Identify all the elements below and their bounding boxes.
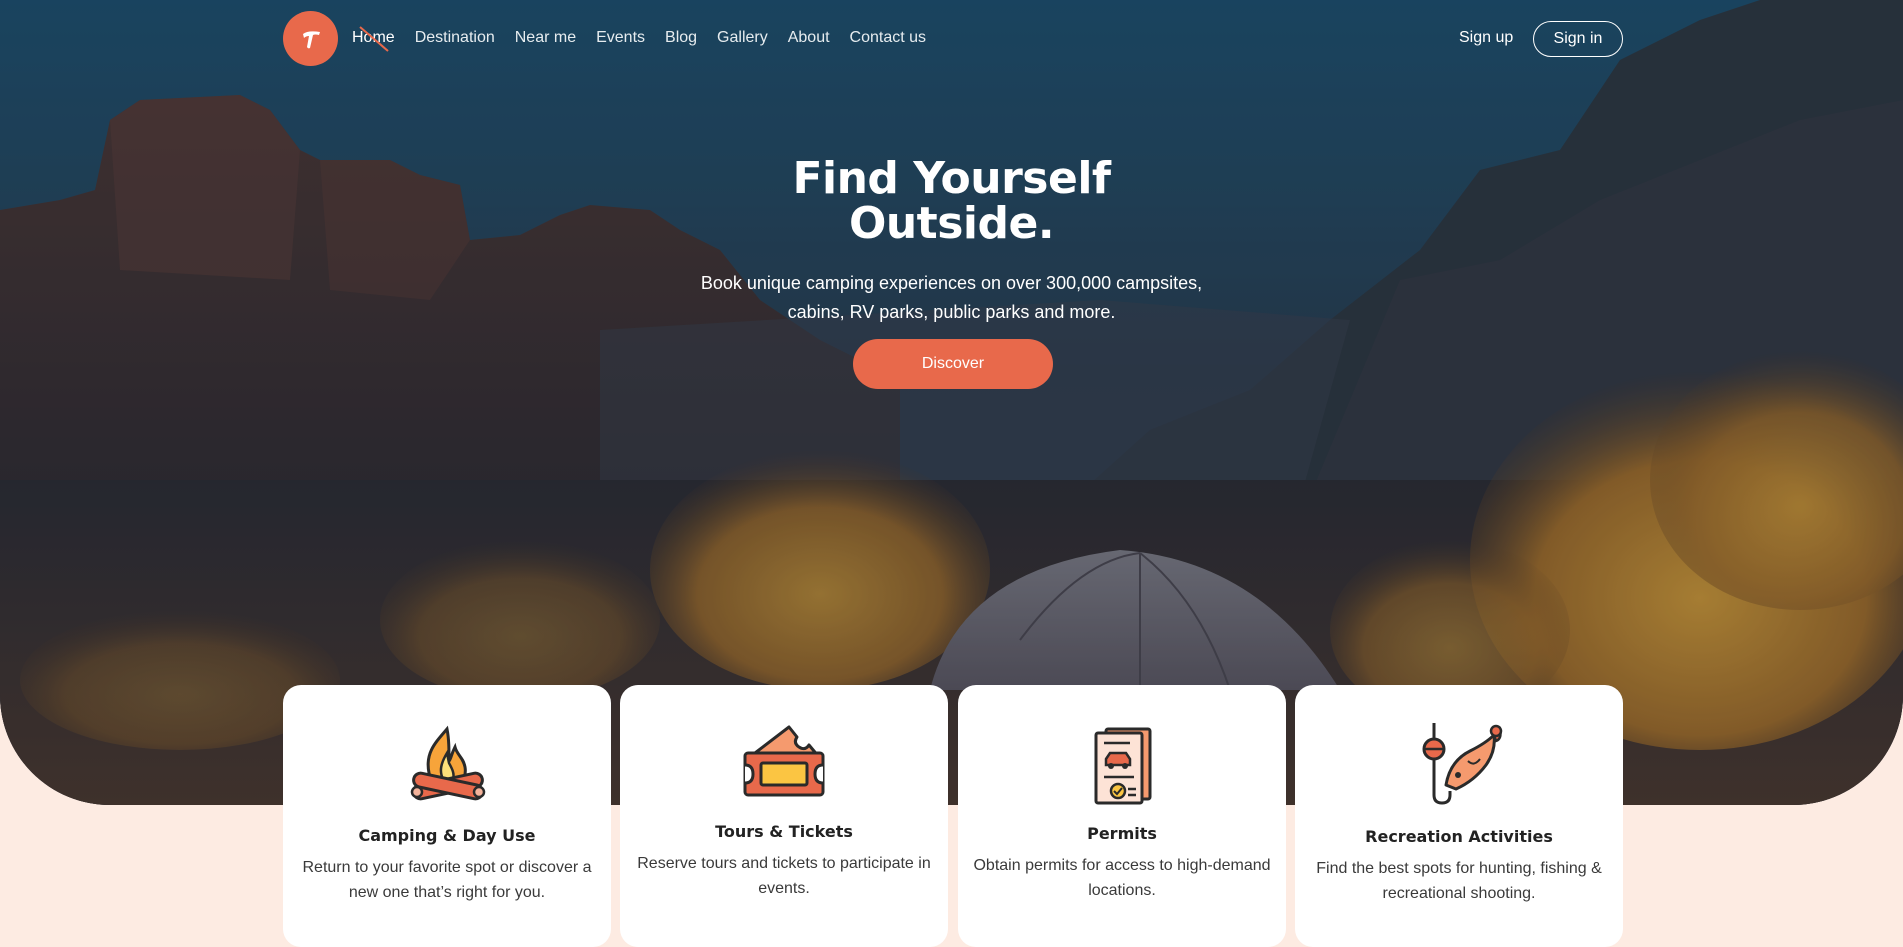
nav-blog[interactable]: Blog [665, 29, 697, 47]
hero-subtitle-line1: Book unique camping experiences on over … [700, 273, 1203, 293]
sign-in-button[interactable]: Sign in [1533, 21, 1623, 57]
hero-title-line2: Outside. [848, 198, 1055, 249]
card-recreation-desc: Find the best spots for hunting, fishing… [1316, 860, 1602, 902]
nav-gallery[interactable]: Gallery [717, 29, 768, 47]
fishing-icon [1295, 721, 1623, 807]
hero-landscape-image [0, 0, 1903, 805]
card-camping-desc: Return to your favorite spot or discover… [302, 859, 592, 901]
card-tours-desc: Reserve tours and tickets to participate… [637, 855, 931, 897]
hero-subtitle-line2: cabins, RV parks, public parks and more. [787, 302, 1116, 322]
nav-near-me[interactable]: Near me [515, 29, 576, 47]
nav-destination[interactable]: Destination [415, 29, 495, 47]
nav-links: Home Destination Near me Events Blog Gal… [352, 26, 946, 52]
card-camping-title: Camping & Day Use [358, 826, 536, 845]
card-recreation[interactable]: Recreation Activities Find the best spot… [1295, 685, 1623, 947]
nav-events[interactable]: Events [596, 29, 645, 47]
hero-banner [0, 0, 1903, 805]
sign-up-link[interactable]: Sign up [1459, 29, 1513, 47]
card-tours-title: Tours & Tickets [715, 822, 853, 841]
card-permits-title: Permits [1087, 824, 1157, 843]
discover-button[interactable]: Discover [853, 339, 1053, 389]
card-permits[interactable]: Permits Obtain permits for access to hig… [958, 685, 1286, 947]
hero-title: Find Yourself Outside. [0, 156, 1903, 246]
card-tours[interactable]: Tours & Tickets Reserve tours and ticket… [620, 685, 948, 947]
campfire-icon [283, 723, 611, 807]
active-indicator-icon [359, 26, 389, 52]
tickets-icon [620, 723, 948, 799]
logo-icon [302, 30, 320, 48]
card-permits-desc: Obtain permits for access to high-demand… [973, 857, 1271, 899]
card-recreation-title: Recreation Activities [1365, 827, 1553, 846]
nav-about[interactable]: About [788, 29, 830, 47]
hero-subtitle: Book unique camping experiences on over … [0, 269, 1903, 327]
nav-home[interactable]: Home [352, 26, 395, 52]
permit-document-icon [958, 725, 1286, 805]
brand-logo[interactable] [283, 11, 338, 66]
card-camping[interactable]: Camping & Day Use Return to your favorit… [283, 685, 611, 947]
nav-contact-us[interactable]: Contact us [850, 29, 926, 47]
hero-title-line1: Find Yourself [792, 153, 1111, 204]
top-navbar: Home Destination Near me Events Blog Gal… [0, 0, 1903, 78]
